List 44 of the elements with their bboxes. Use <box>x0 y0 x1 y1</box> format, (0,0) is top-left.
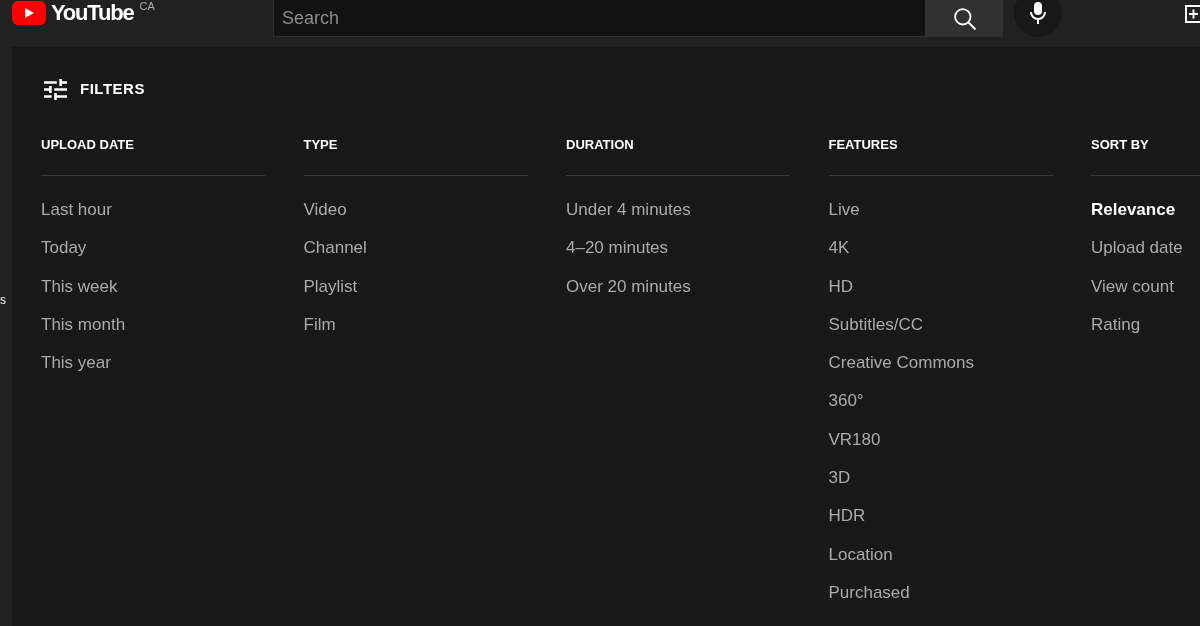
search-icon <box>953 7 976 30</box>
filter-option[interactable]: This year <box>41 344 111 383</box>
filter-option[interactable]: Channel <box>303 229 367 268</box>
filter-option[interactable]: Rating <box>1091 305 1141 345</box>
filter-option[interactable]: HD <box>828 267 854 306</box>
filter-option[interactable]: Video <box>303 191 347 230</box>
country-code: CA <box>139 0 155 12</box>
filter-option[interactable]: Under 4 minutes <box>566 191 691 230</box>
filter-option[interactable]: Live <box>828 191 860 230</box>
filter-option[interactable]: Subtitles/CC <box>828 305 923 345</box>
filter-option[interactable]: Location <box>828 535 893 574</box>
voice-search-button[interactable] <box>1014 0 1062 37</box>
filter-option[interactable]: Creative Commons <box>828 344 974 383</box>
play-icon[interactable] <box>12 1 46 25</box>
plus-square-icon[interactable] <box>1185 5 1200 23</box>
filter-option[interactable]: Upload date <box>1091 229 1183 268</box>
filter-group-heading: FEATURES <box>828 136 898 154</box>
filter-group-heading: TYPE <box>303 136 338 154</box>
filters-button[interactable]: FILTERS <box>41 75 145 103</box>
filter-option[interactable]: Today <box>41 229 87 268</box>
filter-option[interactable]: Over 20 minutes <box>566 267 691 306</box>
search-field[interactable]: Search <box>273 0 926 37</box>
filter-option[interactable]: Film <box>303 305 336 345</box>
filter-group-heading: DURATION <box>566 136 634 154</box>
filter-option[interactable]: This month <box>41 305 126 345</box>
filter-option[interactable]: 4–20 minutes <box>566 229 669 268</box>
filter-group-heading: UPLOAD DATE <box>41 136 134 154</box>
microphone-icon <box>1030 2 1046 24</box>
filter-option[interactable]: Purchased <box>828 573 910 613</box>
filter-option[interactable]: View count <box>1091 267 1174 306</box>
filter-option[interactable]: This week <box>41 267 118 306</box>
filter-option[interactable]: Last hour <box>41 191 112 230</box>
filter-group-heading: SORT BY <box>1091 136 1149 154</box>
sidebar-item[interactable]: s <box>0 293 6 307</box>
logo-text[interactable]: YouTube <box>51 1 134 25</box>
filter-option[interactable]: VR180 <box>828 420 881 460</box>
search-button[interactable] <box>926 0 1003 37</box>
filter-option[interactable]: HDR <box>828 497 866 536</box>
sliders-icon <box>44 78 67 100</box>
filter-option[interactable]: Playlist <box>303 267 358 306</box>
filter-option[interactable]: 360° <box>828 382 864 421</box>
filter-option[interactable]: 3D <box>828 459 851 498</box>
filter-option[interactable]: Relevance <box>1091 191 1176 230</box>
filter-option[interactable]: 4K <box>828 229 850 268</box>
